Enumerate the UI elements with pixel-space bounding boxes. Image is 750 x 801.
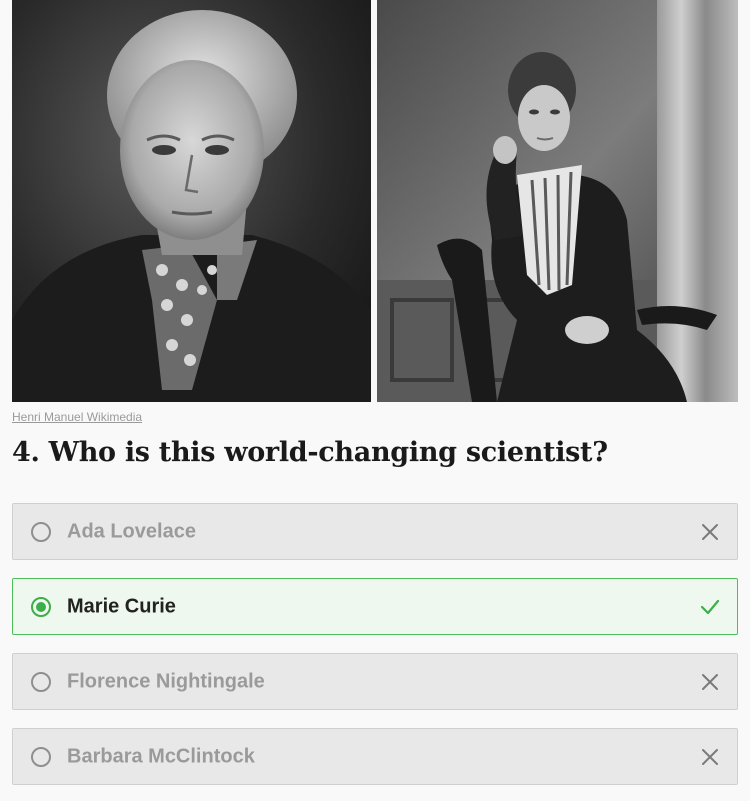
photo-credit-link[interactable]: Henri Manuel Wikimedia bbox=[12, 410, 142, 424]
close-icon bbox=[700, 672, 720, 692]
answer-label: Ada Lovelace bbox=[67, 520, 196, 542]
answer-option-barbara-mcclintock[interactable]: Barbara McClintock bbox=[12, 728, 738, 785]
portrait-younger-image bbox=[377, 0, 738, 402]
close-icon bbox=[700, 522, 720, 542]
radio-button[interactable] bbox=[31, 746, 51, 767]
answer-label: Marie Curie bbox=[67, 595, 176, 617]
quiz-page: Henri Manuel Wikimedia 4. Who is this wo… bbox=[0, 0, 750, 801]
question-title: 4. Who is this world-changing scientist? bbox=[12, 437, 608, 468]
portrait-photo-older bbox=[12, 0, 371, 402]
answer-label: Barbara McClintock bbox=[67, 745, 255, 767]
answer-options: Ada Lovelace Marie Curie Florence Nighti… bbox=[12, 503, 738, 801]
radio-button-selected[interactable] bbox=[31, 596, 51, 617]
answer-option-ada-lovelace[interactable]: Ada Lovelace bbox=[12, 503, 738, 560]
radio-button[interactable] bbox=[31, 671, 51, 692]
answer-option-marie-curie[interactable]: Marie Curie bbox=[12, 578, 738, 635]
radio-button[interactable] bbox=[31, 521, 51, 542]
answer-label: Florence Nightingale bbox=[67, 670, 265, 692]
close-icon bbox=[700, 747, 720, 767]
check-icon bbox=[700, 597, 720, 617]
photo-row bbox=[12, 0, 738, 402]
portrait-photo-younger bbox=[377, 0, 738, 402]
answer-option-florence-nightingale[interactable]: Florence Nightingale bbox=[12, 653, 738, 710]
portrait-older-image bbox=[12, 0, 371, 402]
